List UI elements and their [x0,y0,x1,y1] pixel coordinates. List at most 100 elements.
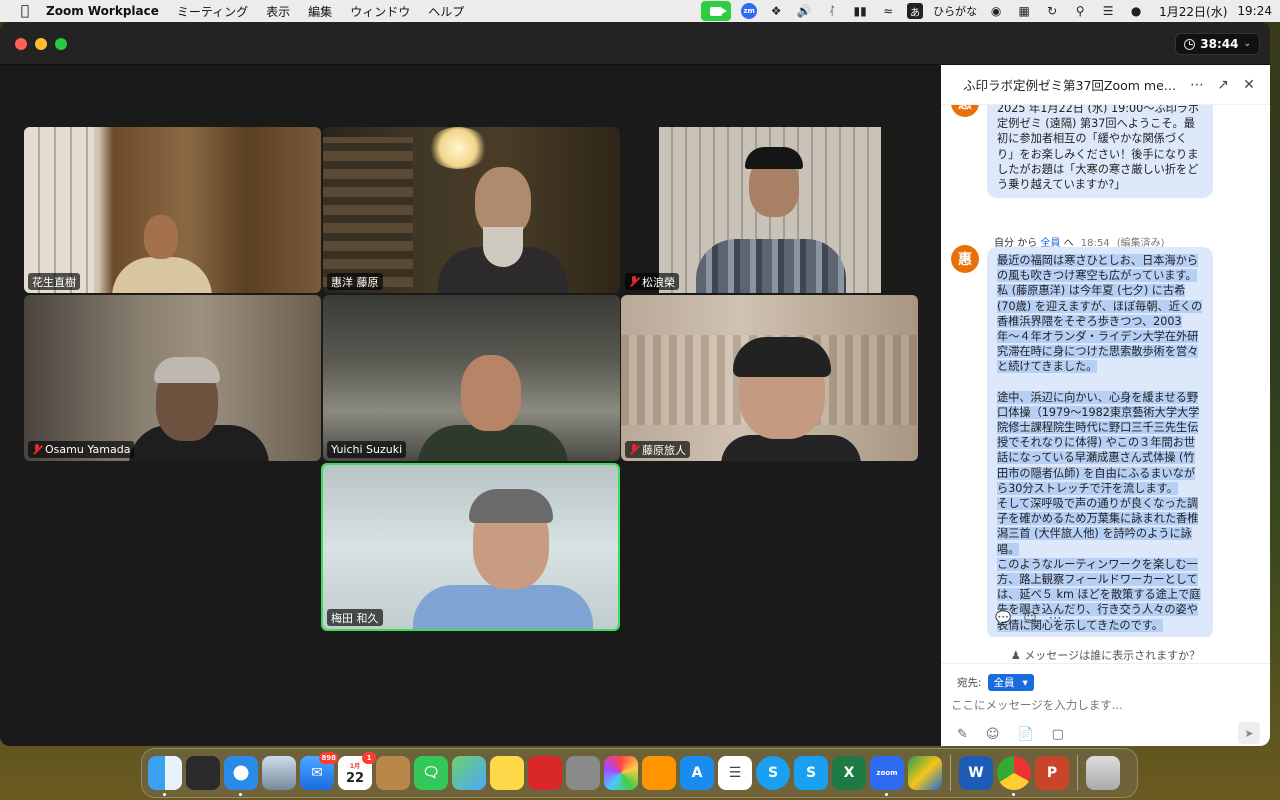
chat-messages[interactable]: 惠 2025 年1月22日 (水) 19:00〜ふ印ラボ定例ゼミ (遠隔) 第3… [941,105,1270,637]
close-window-button[interactable] [15,38,27,50]
zoom-dock-icon[interactable]: zoom [870,756,904,796]
chrome-icon[interactable] [997,756,1031,796]
mail-badge: 898 [319,752,338,764]
app-menu[interactable]: Zoom Workplace [46,4,159,18]
google-drive-icon[interactable] [908,756,942,790]
meeting-timer[interactable]: 38:44 ⌄ [1175,33,1260,55]
messages-icon[interactable]: 🗨 [414,756,448,790]
trash-icon[interactable] [1086,756,1120,790]
chat-paragraph: 途中、浜辺に向かい、心身を緩ませる野口体操（1979〜1982東京藝術大学大学院… [997,390,1203,496]
notes-icon[interactable] [490,756,524,790]
chat-message-text: 2025 年1月22日 (水) 19:00〜ふ印ラボ定例ゼミ (遠隔) 第37回… [997,105,1200,192]
apple-menu-icon[interactable]:  [18,3,32,19]
menubar-date[interactable]: 1月22日(水) [1159,3,1227,20]
skype-icon[interactable]: S [756,756,790,790]
video-tile-participant-4[interactable]: Osamu Yamada [24,295,321,461]
zoom-app-icon[interactable]: zm [741,3,758,19]
maximize-window-button[interactable] [55,38,67,50]
reminders-icon[interactable]: ☰ [718,756,752,790]
photos-icon[interactable] [604,756,638,790]
message-visibility-info[interactable]: ♟ メッセージは誰に表示されますか？ [941,647,1270,663]
maps-icon[interactable] [452,756,486,790]
app-store-icon[interactable]: A [680,756,714,790]
video-tile-participant-5[interactable]: Yuichi Suzuki [323,295,620,461]
recipient-value: 全員 [993,677,1015,689]
spotlight-search-icon[interactable]: ⚲ [1071,3,1089,19]
video-tile-participant-3[interactable]: 松浪榮 [621,127,918,293]
compose-area: 宛先: 全員 ▾ ✎ ☺ 📄 ▢ ➤ [941,663,1270,746]
menu-view[interactable]: 表示 [266,3,290,20]
user-icon[interactable]: ◉ [987,3,1005,19]
participant-name: 松浪榮 [642,275,675,289]
reply-icon[interactable]: 💬 [995,611,1011,626]
books-icon[interactable] [642,756,676,790]
add-reaction-icon[interactable]: ☺ [1023,611,1037,626]
format-text-icon[interactable]: ✎ [957,727,968,742]
pop-out-icon[interactable]: ↗ [1212,77,1234,93]
chat-message-text: 最近の福岡は寒さひとしお、日本海からの風も吹きつけ寒空も広がっています。 [997,254,1199,283]
excel-icon[interactable]: X [832,756,866,790]
video-tile-participant-6[interactable]: 藤原旅人 [621,295,918,461]
finder-icon[interactable] [148,756,182,796]
chat-message-bubble[interactable]: 2025 年1月22日 (水) 19:00〜ふ印ラボ定例ゼミ (遠隔) 第37回… [987,105,1213,199]
participant-name-tag: 花生直樹 [28,273,80,290]
skype-business-icon[interactable]: S [794,756,828,790]
launchpad-icon[interactable] [566,756,600,790]
ime-mode-label[interactable]: ひらがな [933,3,977,19]
dropbox-icon[interactable]: ❖ [767,3,785,19]
menu-meeting[interactable]: ミーティング [177,3,248,20]
menu-window[interactable]: ウィンドウ [350,3,410,20]
emoji-icon[interactable]: ☺ [986,727,1000,742]
video-tile-participant-2[interactable]: 惠洋 藤原 [323,127,620,293]
safari-icon[interactable] [224,756,258,796]
menu-help[interactable]: ヘルプ [428,3,464,20]
powerpoint-icon[interactable]: P [1035,756,1069,790]
muted-mic-icon [629,444,639,455]
wifi-icon[interactable]: ≈ [879,3,897,19]
menu-edit[interactable]: 編集 [308,3,332,20]
more-icon[interactable]: ⋯ [1049,611,1062,626]
display-icon[interactable]: ▦ [1015,3,1033,19]
pdf-app-icon[interactable] [528,756,562,790]
recipient-dropdown[interactable]: 全員 ▾ [987,674,1034,691]
zoom-meeting-window: 38:44 ⌄ 花生直樹 惠洋 藤原 松浪榮 Osamu Yamada Yuic… [0,22,1270,746]
minimize-window-button[interactable] [35,38,47,50]
sender-avatar[interactable]: 惠 [951,105,979,117]
volume-icon[interactable]: 🔊 [795,3,813,19]
participant-name: Osamu Yamada [45,443,131,456]
siri-icon[interactable]: ● [1127,3,1145,19]
video-tile-participant-1[interactable]: 花生直樹 [24,127,321,293]
battery-icon[interactable]: ▮▮ [851,3,869,19]
meeting-duration: 38:44 [1200,37,1239,51]
zoom-video-status-icon[interactable] [701,1,732,21]
participant-name: 藤原旅人 [642,443,686,457]
running-indicator [239,793,242,796]
send-icon: ➤ [1244,726,1254,740]
file-icon[interactable]: 📄 [1017,727,1033,742]
screenshot-icon[interactable]: ▢ [1052,727,1064,742]
video-tile-active-speaker[interactable]: 梅田 和久 [321,463,620,631]
send-button[interactable]: ➤ [1238,722,1260,744]
more-options-icon[interactable]: ⋯ [1186,77,1208,93]
chat-header: ふ印ラボ定例ゼミ第37回Zoom meeting in... ⋯ ↗ ✕ [941,65,1270,105]
menubar-time[interactable]: 19:24 [1237,4,1272,18]
mission-control-icon[interactable] [186,756,220,790]
contacts-icon[interactable] [376,756,410,790]
ime-icon[interactable]: あ [907,3,924,19]
bluetooth-icon[interactable]: ᛮ [823,3,841,19]
word-icon[interactable]: W [959,756,993,790]
chat-paragraph-spacer [997,375,1203,390]
time-machine-icon[interactable]: ↻ [1043,3,1061,19]
dock: ✉ 898 1月 22 1 🗨 A ☰ S S X zoom W P [141,748,1138,798]
calendar-icon[interactable]: 1月 22 1 [338,752,376,790]
control-center-icon[interactable]: ☰ [1099,3,1117,19]
mail-icon[interactable]: ✉ 898 [300,752,338,790]
message-actions: 💬 ☺ ⋯ [995,611,1062,626]
chat-paragraph: そして深呼吸で声の通りが良くなった調子を確かめるため万葉集に詠まれた香椎潟三首 … [997,496,1203,557]
close-icon[interactable]: ✕ [1238,77,1260,93]
sender-avatar[interactable]: 惠 [951,245,979,273]
chat-message-bubble[interactable]: 最近の福岡は寒さひとしお、日本海からの風も吹きつけ寒空も広がっています。 私 (… [987,247,1213,637]
chat-paragraph: 私 (藤原惠洋) は今年夏 (七夕) に古希 (70歳) を迎えますが、ほぼ毎朝… [997,283,1203,374]
message-input[interactable] [951,698,1251,712]
preview-icon[interactable] [262,756,296,790]
